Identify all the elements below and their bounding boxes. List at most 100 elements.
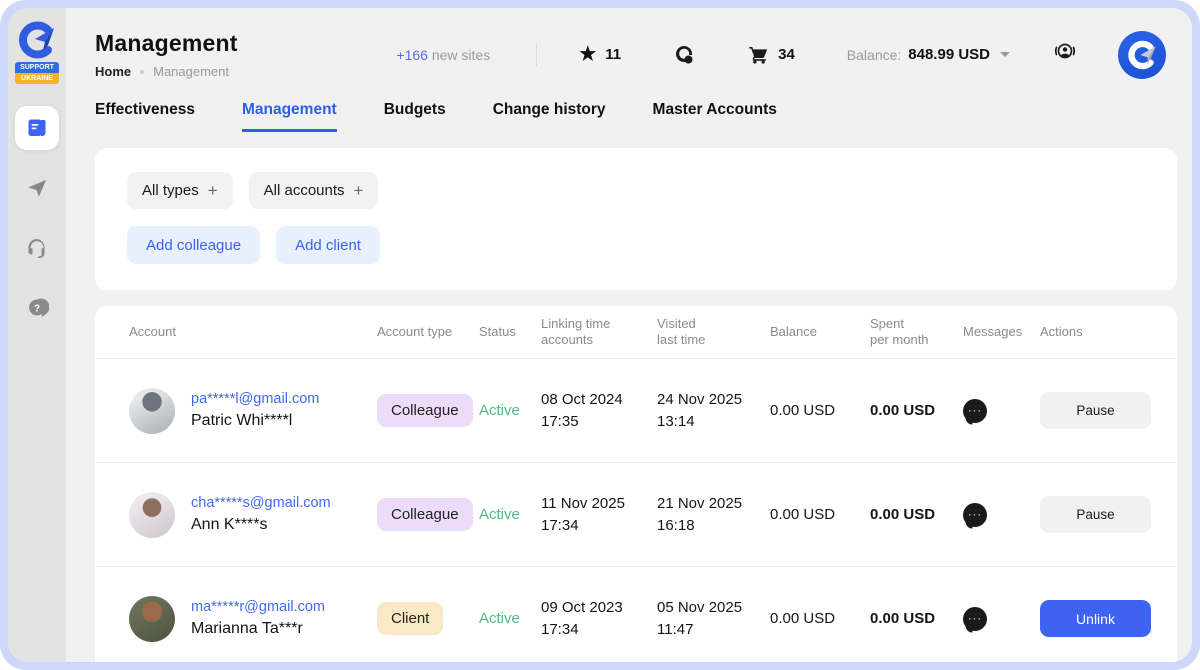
add-client-button[interactable]: Add client [276,226,380,264]
account-cell: pa*****l@gmail.com Patric Whi****l [129,388,377,434]
accounts-table: Account Account type Status Linking time… [95,306,1177,662]
messages-icon[interactable]: ··· [963,399,990,423]
avatar [129,492,175,538]
filter-chips: All types + All accounts + [127,172,1177,209]
tab-budgets[interactable]: Budgets [384,101,446,132]
account-email-link[interactable]: cha*****s@gmail.com [191,495,331,511]
filter-all-types[interactable]: All types + [127,172,233,209]
col-account: Account [129,324,377,340]
add-colleague-button[interactable]: Add colleague [127,226,260,264]
account-name: Marianna Ta***r [191,620,325,638]
cart-icon [747,44,769,66]
col-actions: Actions [1040,324,1151,340]
headphones-icon [25,236,49,260]
new-sites-label: new sites [432,47,490,63]
spent-cell: 0.00 USD [870,402,963,419]
topbar: Management Home Management +166 new site… [66,8,1192,79]
filter-all-types-label: All types [142,182,199,199]
sidebar-item-accounts[interactable] [15,106,59,150]
plus-icon: + [208,181,218,201]
tab-change-history[interactable]: Change history [493,101,606,132]
plus-icon: + [354,181,364,201]
sidebar-nav: ? [15,106,59,330]
page-title: Management [95,30,395,57]
document-icon [25,116,49,140]
sidebar-item-messenger[interactable] [15,166,59,210]
brand-logo-icon [17,20,57,60]
unlink-button[interactable]: Unlink [1040,600,1151,637]
breadcrumb-current: Management [153,64,229,79]
account-cell: ma*****r@gmail.com Marianna Ta***r [129,596,377,642]
pause-button[interactable]: Pause [1040,496,1151,533]
messages-cell: ··· [963,607,1040,631]
type-badge: Colleague [377,394,473,427]
messages-icon[interactable]: ··· [963,607,990,631]
tab-effectiveness[interactable]: Effectiveness [95,101,195,132]
status-badge: Active [479,506,541,523]
paper-plane-icon [25,176,49,200]
favorites-counter[interactable]: ★ 11 [579,45,621,64]
avatar [129,596,175,642]
filter-all-accounts[interactable]: All accounts + [249,172,379,209]
account-identity: pa*****l@gmail.com Patric Whi****l [191,391,319,430]
col-visited: Visited last time [657,316,770,348]
chat-button[interactable] [673,44,695,66]
col-spent: Spent per month [870,316,963,348]
col-balance: Balance [770,324,870,340]
table-row: cha*****s@gmail.com Ann K****s Colleague… [95,463,1177,567]
title-block: Management Home Management [95,30,395,79]
user-avatar[interactable] [1118,31,1166,79]
account-email-link[interactable]: ma*****r@gmail.com [191,599,325,615]
avatar-logo-icon [1125,38,1159,72]
type-badge: Client [377,602,443,635]
brand-logo[interactable]: SUPPORT UKRAINE [15,20,59,84]
status-badge: Active [479,610,541,627]
sidebar-item-support[interactable] [15,226,59,270]
balance-value: 848.99 USD [908,46,990,63]
table-row: pa*****l@gmail.com Patric Whi****l Colle… [95,359,1177,463]
cart-count: 34 [778,46,795,63]
visited-time: 05 Nov 2025 11:47 [657,597,770,641]
account-identity: cha*****s@gmail.com Ann K****s [191,495,331,534]
messages-cell: ··· [963,399,1040,423]
cart-counter[interactable]: 34 [747,44,795,66]
announcements-button[interactable] [1052,39,1078,70]
account-identity: ma*****r@gmail.com Marianna Ta***r [191,599,325,638]
account-cell: cha*****s@gmail.com Ann K****s [129,492,377,538]
chat-icon [673,44,695,66]
main-area: Management Home Management +166 new site… [66,8,1192,662]
balance-dropdown-icon[interactable] [1000,52,1010,57]
topbar-divider [536,44,537,66]
actions-cell: Unlink [1040,600,1151,637]
messages-icon[interactable]: ··· [963,503,990,527]
support-badge-line2: UKRAINE [15,73,59,84]
balance-label: Balance: [847,47,901,63]
table-header: Account Account type Status Linking time… [95,306,1177,359]
star-icon: ★ [579,45,596,64]
account-type-cell: Colleague [377,394,479,427]
window-frame: SUPPORT UKRAINE [0,0,1200,670]
tab-master-accounts[interactable]: Master Accounts [653,101,777,132]
breadcrumb-separator [140,70,144,74]
account-type-cell: Client [377,602,479,635]
tab-management[interactable]: Management [242,101,337,132]
actions-cell: Pause [1040,392,1151,429]
sidebar-item-help[interactable]: ? [15,286,59,330]
avatar [129,388,175,434]
visited-time: 21 Nov 2025 16:18 [657,493,770,537]
account-type-cell: Colleague [377,498,479,531]
breadcrumb-home[interactable]: Home [95,64,131,79]
breadcrumb: Home Management [95,64,395,79]
pause-button[interactable]: Pause [1040,392,1151,429]
visited-time: 24 Nov 2025 13:14 [657,389,770,433]
col-account-type: Account type [377,324,479,340]
col-linking-time: Linking time accounts [541,316,657,348]
actions-cell: Pause [1040,496,1151,533]
help-bubble-icon: ? [25,296,49,320]
account-name: Patric Whi****l [191,412,319,430]
new-sites[interactable]: +166 new sites [396,47,490,63]
col-status: Status [479,324,541,340]
table-row: ma*****r@gmail.com Marianna Ta***r Clien… [95,567,1177,662]
linking-time: 09 Oct 2023 17:34 [541,597,657,641]
account-email-link[interactable]: pa*****l@gmail.com [191,391,319,407]
